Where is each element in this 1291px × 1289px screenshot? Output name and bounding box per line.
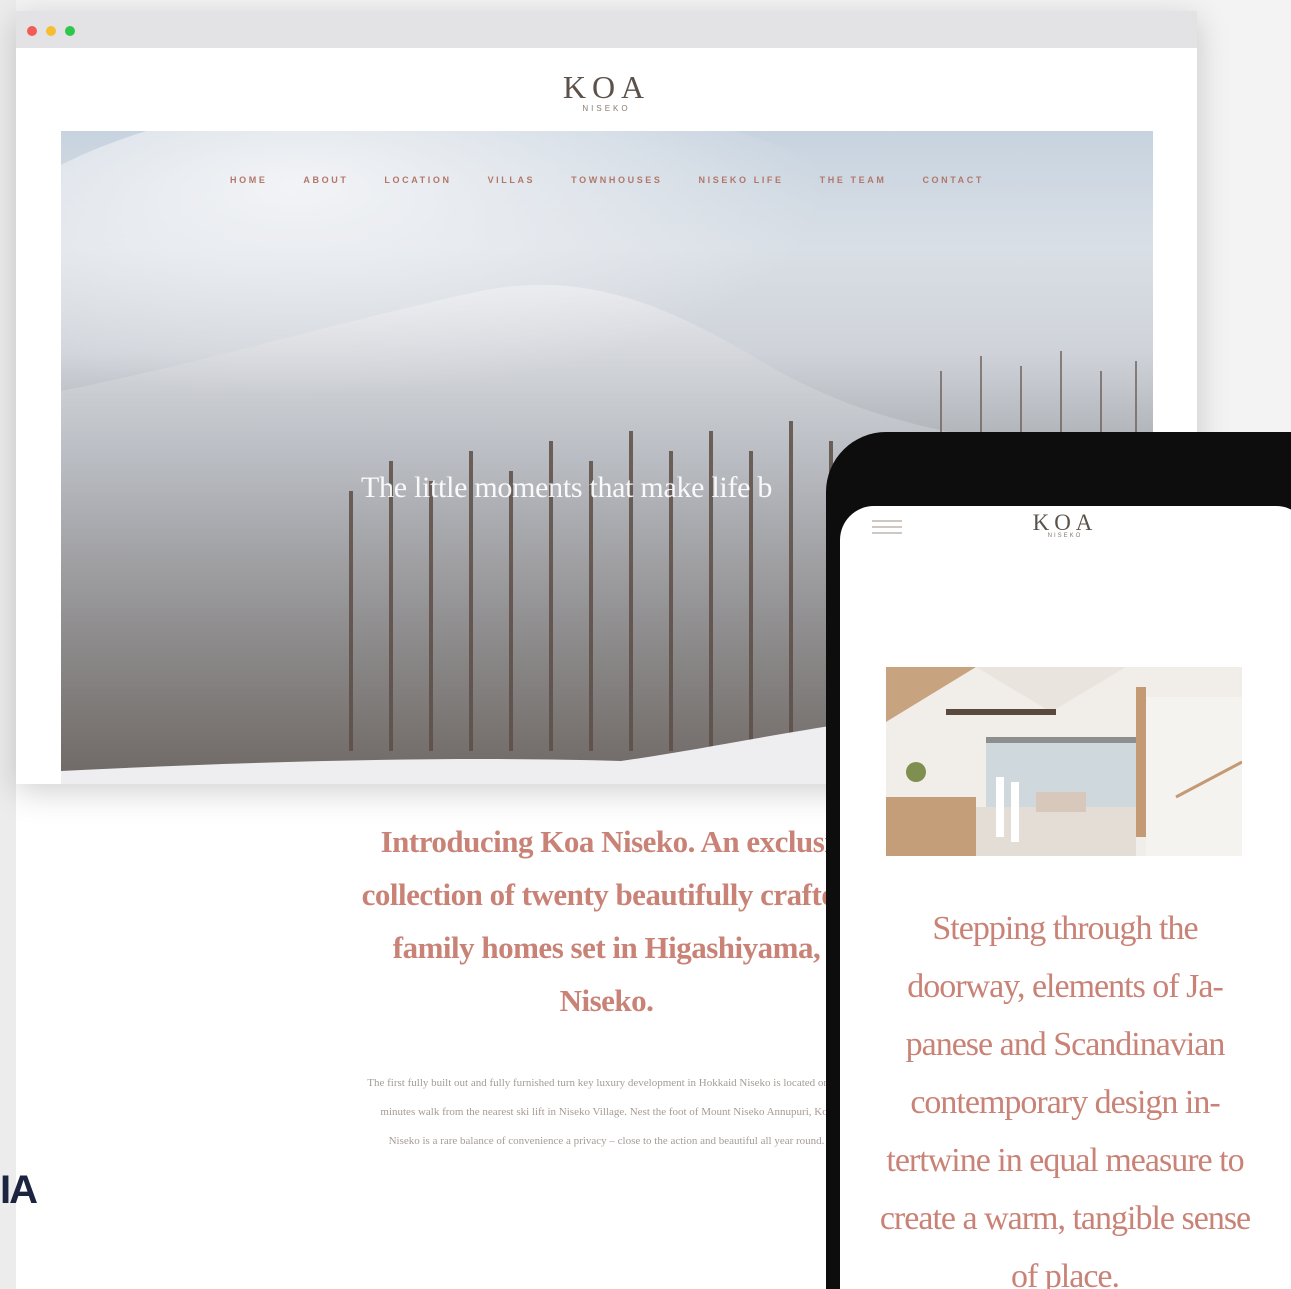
nav-niseko-life[interactable]: NISEKO LIFE bbox=[699, 175, 784, 185]
logo-name: KOA bbox=[562, 69, 651, 105]
nav-home[interactable]: HOME bbox=[230, 175, 267, 185]
nav-about[interactable]: ABOUT bbox=[303, 175, 348, 185]
close-window-dot[interactable] bbox=[27, 26, 37, 36]
nav-contact[interactable]: CONTACT bbox=[922, 175, 984, 185]
hero-tagline: The little moments that make life b bbox=[361, 471, 773, 504]
nav-villas[interactable]: VILLAS bbox=[488, 175, 536, 185]
edge-text-fragment: IA bbox=[0, 1168, 38, 1212]
nav-location[interactable]: LOCATION bbox=[384, 175, 451, 185]
nav-townhouses[interactable]: TOWNHOUSES bbox=[571, 175, 662, 185]
nav-the-team[interactable]: THE TEAM bbox=[820, 175, 887, 185]
browser-titlebar bbox=[16, 11, 1197, 48]
minimize-window-dot[interactable] bbox=[46, 26, 56, 36]
intro-heading: Introducing Koa Niseko. An exclusi colle… bbox=[361, 824, 852, 1018]
mobile-logo-subtitle: NISEKO bbox=[1047, 533, 1083, 539]
page-background bbox=[0, 0, 16, 1289]
mobile-phone-frame: KOA NISEKO Stepping through the doorway,… bbox=[826, 432, 1291, 1289]
main-navigation: HOME ABOUT LOCATION VILLAS TOWNHOUSES NI… bbox=[61, 175, 1153, 185]
mobile-screen: KOA NISEKO Stepping through the doorway,… bbox=[840, 506, 1291, 1289]
maximize-window-dot[interactable] bbox=[65, 26, 75, 36]
logo-subtitle: NISEKO bbox=[582, 104, 631, 113]
mobile-body-text: Stepping through the doorway, elements o… bbox=[879, 910, 1251, 1289]
mobile-logo[interactable]: KOA NISEKO bbox=[840, 510, 1290, 539]
site-logo[interactable]: KOA NISEKO bbox=[16, 69, 1197, 113]
interior-illustration bbox=[886, 667, 1242, 856]
intro-body: The first fully built out and fully furn… bbox=[367, 1077, 846, 1147]
interior-photo bbox=[886, 667, 1242, 856]
